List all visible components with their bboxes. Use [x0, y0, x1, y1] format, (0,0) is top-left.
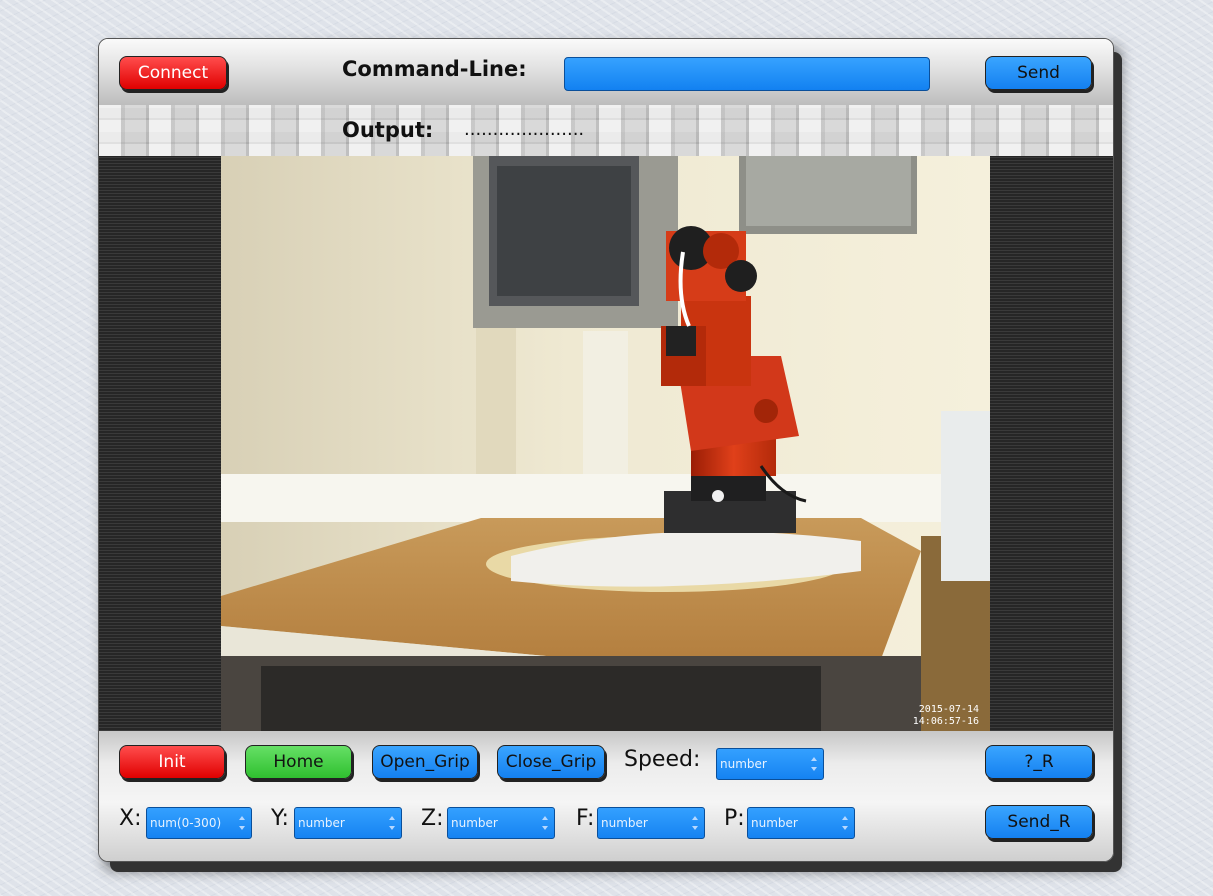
open-grip-button[interactable]: Open_Grip	[372, 745, 478, 779]
home-button[interactable]: Home	[245, 745, 352, 779]
y-placeholder: number	[298, 816, 345, 830]
spinner-arrows-icon[interactable]	[389, 816, 395, 830]
control-bar: Init Home Open_Grip Close_Grip Speed: nu…	[99, 731, 1113, 861]
top-bar: Connect Command-Line: Send	[99, 39, 1113, 105]
x-label: X:	[119, 806, 142, 831]
z-input[interactable]: number	[447, 807, 555, 839]
speed-label: Speed:	[624, 747, 701, 772]
query-r-button[interactable]: ?_R	[985, 745, 1093, 779]
p-placeholder: number	[751, 816, 798, 830]
x-placeholder: num(0-300)	[150, 816, 222, 830]
spinner-arrows-icon[interactable]	[842, 816, 848, 830]
speed-placeholder: number	[720, 757, 767, 771]
robot-arm-camera-image: 2015-07-14 14:06:57-16	[221, 156, 990, 731]
init-button[interactable]: Init	[119, 745, 225, 779]
output-label: Output:	[342, 118, 434, 142]
f-input[interactable]: number	[597, 807, 705, 839]
spinner-arrows-icon[interactable]	[542, 816, 548, 830]
close-grip-button[interactable]: Close_Grip	[497, 745, 605, 779]
connect-button[interactable]: Connect	[119, 56, 227, 90]
video-timestamp-time: 14:06:57-16	[913, 716, 979, 727]
video-frame: 2015-07-14 14:06:57-16	[99, 156, 1113, 731]
video-timestamp-date: 2015-07-14	[919, 704, 979, 715]
command-line-input[interactable]	[564, 57, 930, 91]
x-input[interactable]: num(0-300)	[146, 807, 252, 839]
speed-input[interactable]: number	[716, 748, 824, 780]
output-value: .....................	[464, 119, 585, 140]
spinner-arrows-icon[interactable]	[692, 816, 698, 830]
f-label: F:	[576, 806, 595, 831]
camera-feed: 2015-07-14 14:06:57-16	[221, 156, 990, 731]
spinner-arrows-icon[interactable]	[811, 757, 817, 771]
output-bar: Output: .....................	[99, 105, 1113, 156]
y-input[interactable]: number	[294, 807, 402, 839]
y-label: Y:	[271, 806, 289, 831]
z-placeholder: number	[451, 816, 498, 830]
spinner-arrows-icon[interactable]	[239, 816, 245, 830]
command-line-label: Command-Line:	[342, 57, 527, 81]
send-r-button[interactable]: Send_R	[985, 805, 1093, 839]
p-label: P:	[724, 806, 745, 831]
robot-control-panel: Connect Command-Line: Send Output: .....…	[98, 38, 1114, 862]
p-input[interactable]: number	[747, 807, 855, 839]
f-placeholder: number	[601, 816, 648, 830]
send-button[interactable]: Send	[985, 56, 1092, 90]
z-label: Z:	[421, 806, 444, 831]
